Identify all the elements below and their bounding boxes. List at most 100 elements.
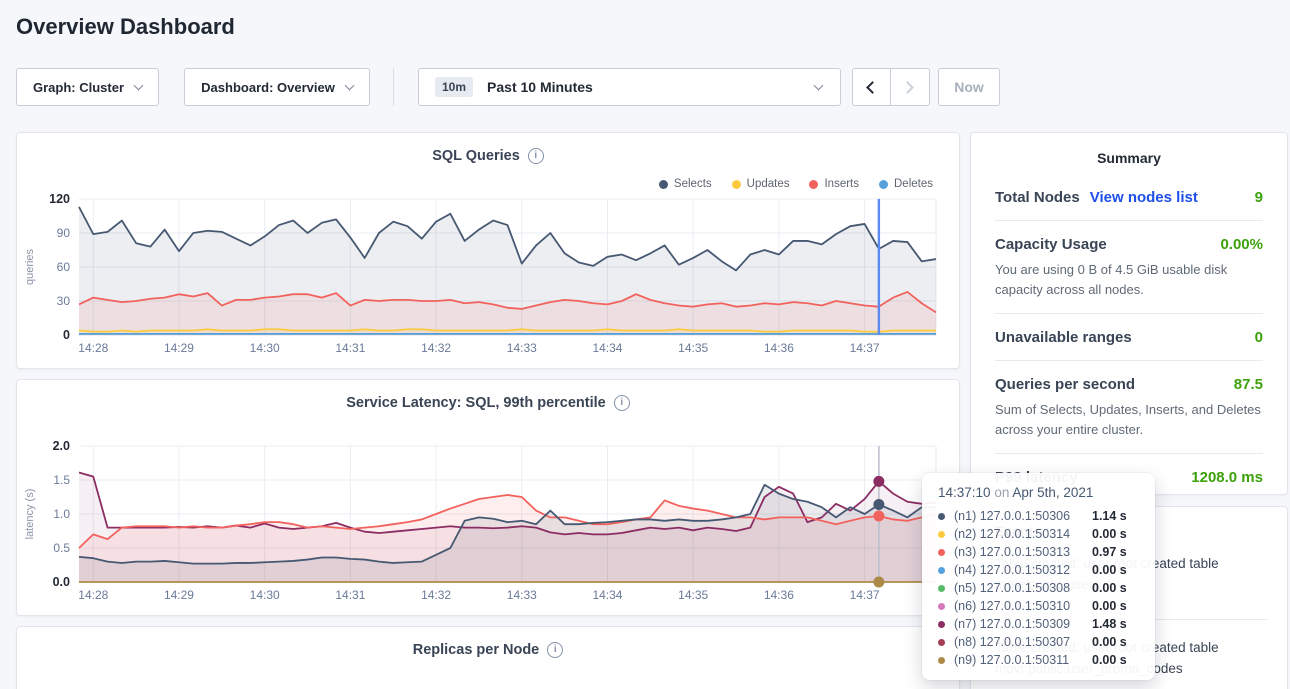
node-address: (n5) 127.0.0.1:50308	[954, 581, 1092, 595]
graph-dropdown-label: Graph: Cluster	[33, 80, 124, 95]
node-latency-value: 1.14 s	[1092, 509, 1127, 523]
info-icon[interactable]: i	[528, 148, 544, 164]
svg-text:14:32: 14:32	[421, 588, 451, 602]
time-range-dropdown[interactable]: 10m Past 10 Minutes	[418, 68, 841, 106]
svg-text:14:28: 14:28	[78, 341, 108, 355]
svg-text:2.0: 2.0	[53, 439, 70, 453]
node-address: (n9) 127.0.0.1:50311	[954, 653, 1092, 667]
svg-text:14:37: 14:37	[850, 588, 880, 602]
replicas-per-node-card: Replicas per Node i	[16, 626, 960, 689]
chart-title: Replicas per Node	[413, 642, 540, 658]
unavailable-ranges-label: Unavailable ranges	[995, 329, 1132, 346]
time-range-label: Past 10 Minutes	[487, 79, 593, 95]
chevron-down-icon	[344, 80, 354, 90]
svg-text:14:35: 14:35	[678, 341, 708, 355]
tooltip-timestamp: 14:37:10 on Apr 5th, 2021	[938, 485, 1141, 500]
tooltip-node-row: (n3) 127.0.0.1:503130.97 s	[938, 543, 1141, 561]
svg-text:14:33: 14:33	[507, 588, 537, 602]
chevron-left-icon	[866, 81, 879, 94]
svg-text:0.0: 0.0	[53, 575, 70, 589]
svg-text:0: 0	[63, 328, 70, 342]
sql-queries-chart[interactable]: 14:2814:2914:3014:3114:3214:3314:3414:35…	[17, 179, 961, 365]
svg-text:14:36: 14:36	[764, 588, 794, 602]
chart-title: Service Latency: SQL, 99th percentile	[346, 395, 606, 411]
node-color-dot	[938, 531, 945, 538]
tooltip-node-row: (n1) 127.0.0.1:503061.14 s	[938, 507, 1141, 525]
node-color-dot	[938, 603, 945, 610]
svg-text:14:34: 14:34	[592, 588, 622, 602]
capacity-value: 0.00%	[1220, 236, 1263, 253]
svg-text:14:30: 14:30	[250, 341, 280, 355]
node-latency-value: 0.00 s	[1092, 635, 1127, 649]
svg-text:queries: queries	[24, 248, 36, 285]
svg-text:30: 30	[57, 294, 71, 308]
svg-text:14:28: 14:28	[78, 588, 108, 602]
svg-text:14:30: 14:30	[250, 588, 280, 602]
svg-text:120: 120	[49, 192, 70, 206]
total-nodes-label: Total Nodes	[995, 189, 1080, 206]
svg-text:14:32: 14:32	[421, 341, 451, 355]
svg-text:14:35: 14:35	[678, 588, 708, 602]
node-color-dot	[938, 585, 945, 592]
tooltip-node-row: (n8) 127.0.0.1:503070.00 s	[938, 633, 1141, 651]
dashboard-dropdown[interactable]: Dashboard: Overview	[184, 68, 370, 106]
summary-row-capacity: Capacity Usage 0.00% You are using 0 B o…	[995, 221, 1263, 314]
node-color-dot	[938, 513, 945, 520]
chart-hover-tooltip: 14:37:10 on Apr 5th, 2021 (n1) 127.0.0.1…	[922, 473, 1155, 680]
view-nodes-list-link[interactable]: View nodes list	[1090, 189, 1198, 206]
node-latency-value: 0.97 s	[1092, 545, 1127, 559]
svg-text:14:33: 14:33	[507, 341, 537, 355]
node-color-dot	[938, 657, 945, 664]
node-address: (n7) 127.0.0.1:50309	[954, 617, 1092, 631]
svg-text:14:29: 14:29	[164, 588, 194, 602]
svg-text:60: 60	[57, 260, 71, 274]
svg-text:14:31: 14:31	[335, 588, 365, 602]
svg-text:latency (s): latency (s)	[24, 489, 36, 540]
node-color-dot	[938, 621, 945, 628]
time-next-button[interactable]	[891, 68, 930, 106]
svg-text:1.5: 1.5	[53, 473, 70, 487]
capacity-desc: You are using 0 B of 4.5 GiB usable disk…	[995, 260, 1263, 299]
p99-latency-value: 1208.0 ms	[1191, 469, 1263, 486]
dashboard-dropdown-label: Dashboard: Overview	[201, 80, 335, 95]
qps-desc: Sum of Selects, Updates, Inserts, and De…	[995, 400, 1263, 439]
svg-text:14:37: 14:37	[850, 341, 880, 355]
node-latency-value: 0.00 s	[1092, 599, 1127, 613]
node-latency-value: 0.00 s	[1092, 581, 1127, 595]
node-latency-value: 0.00 s	[1092, 527, 1127, 541]
now-button[interactable]: Now	[938, 68, 1000, 106]
graph-dropdown[interactable]: Graph: Cluster	[16, 68, 159, 106]
capacity-label: Capacity Usage	[995, 236, 1107, 253]
qps-label: Queries per second	[995, 376, 1135, 393]
node-color-dot	[938, 639, 945, 646]
time-range-badge: 10m	[435, 77, 473, 97]
tooltip-node-row: (n9) 127.0.0.1:503110.00 s	[938, 651, 1141, 669]
sql-queries-card: SQL Queriesi SelectsUpdatesInsertsDelete…	[16, 132, 960, 369]
chevron-down-icon	[814, 81, 824, 91]
summary-panel: Summary Total Nodes View nodes list 9 Ca…	[970, 132, 1288, 495]
total-nodes-value: 9	[1255, 189, 1263, 206]
svg-text:14:29: 14:29	[164, 341, 194, 355]
svg-text:90: 90	[57, 226, 71, 240]
service-latency-card: Service Latency: SQL, 99th percentile i 1…	[16, 379, 960, 616]
chevron-right-icon	[901, 81, 914, 94]
svg-text:14:34: 14:34	[592, 341, 622, 355]
info-icon[interactable]: i	[547, 642, 563, 658]
node-color-dot	[938, 549, 945, 556]
summary-row-unavailable: Unavailable ranges 0	[995, 314, 1263, 361]
info-icon[interactable]: i	[614, 395, 630, 411]
tooltip-node-row: (n5) 127.0.0.1:503080.00 s	[938, 579, 1141, 597]
summary-row-qps: Queries per second 87.5 Sum of Selects, …	[995, 361, 1263, 454]
summary-title: Summary	[995, 133, 1263, 174]
node-latency-value: 1.48 s	[1092, 617, 1127, 631]
unavailable-ranges-value: 0	[1255, 329, 1263, 346]
time-prev-button[interactable]	[852, 68, 891, 106]
node-latency-value: 0.00 s	[1092, 563, 1127, 577]
service-latency-chart[interactable]: 14:28 14:29 14:30 14:31 14:32 14:33 14:34 14:35…	[17, 426, 961, 612]
node-color-dot	[938, 567, 945, 574]
svg-text:0.5: 0.5	[53, 541, 70, 555]
tooltip-node-row: (n7) 127.0.0.1:503091.48 s	[938, 615, 1141, 633]
node-latency-value: 0.00 s	[1092, 653, 1127, 667]
node-address: (n4) 127.0.0.1:50312	[954, 563, 1092, 577]
toolbar: Graph: Cluster Dashboard: Overview 10m P…	[0, 68, 1290, 106]
